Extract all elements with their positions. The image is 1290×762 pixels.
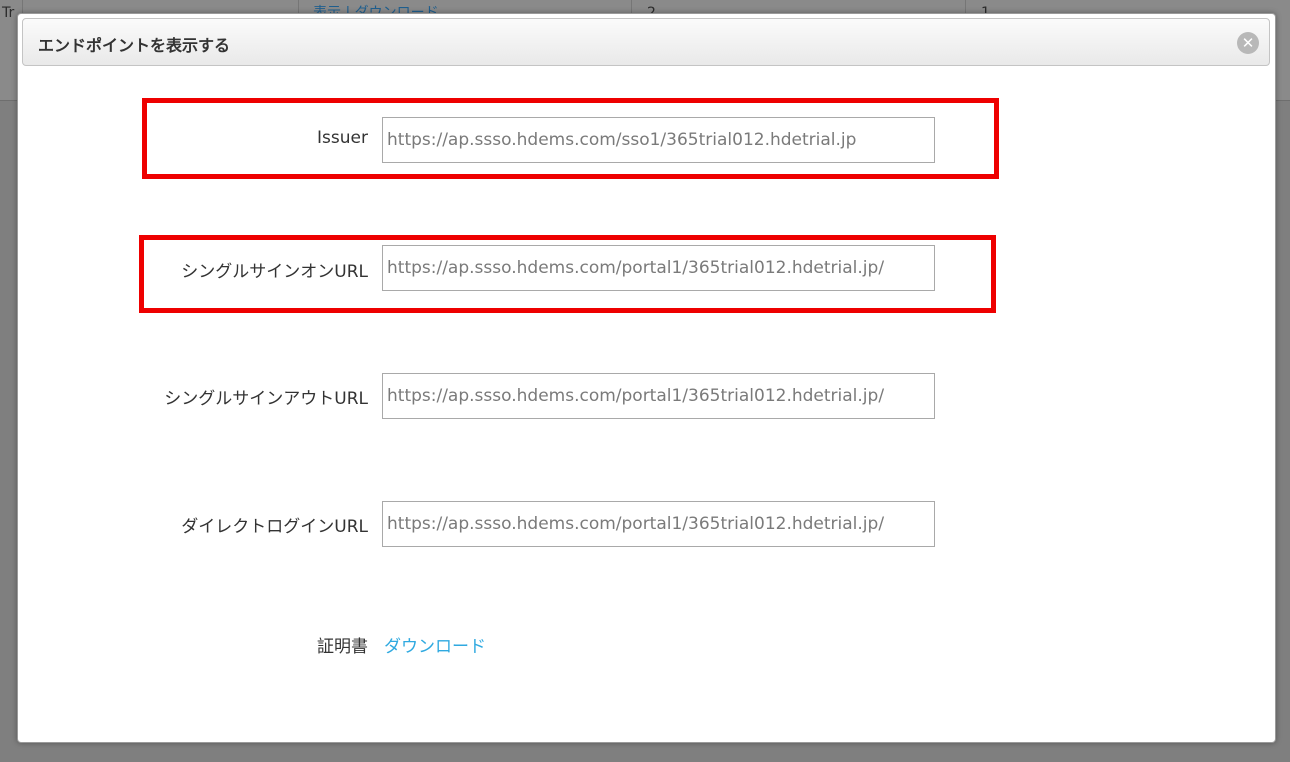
dialog-header: エンドポイントを表示する ✕ [22, 18, 1270, 66]
certificate-download-link[interactable]: ダウンロード [384, 632, 486, 657]
direct-login-url-field[interactable] [382, 501, 935, 547]
sso-url-highlight-box [139, 235, 996, 313]
dialog-title: エンドポイントを表示する [38, 36, 231, 55]
slo-url-label: シングルサインアウトURL [164, 389, 368, 409]
certificate-label: 証明書 [317, 637, 368, 657]
direct-login-url-label: ダイレクトログインURL [181, 517, 368, 537]
close-icon[interactable]: ✕ [1237, 32, 1259, 54]
issuer-highlight-box [142, 98, 999, 179]
slo-url-field[interactable] [382, 373, 935, 419]
